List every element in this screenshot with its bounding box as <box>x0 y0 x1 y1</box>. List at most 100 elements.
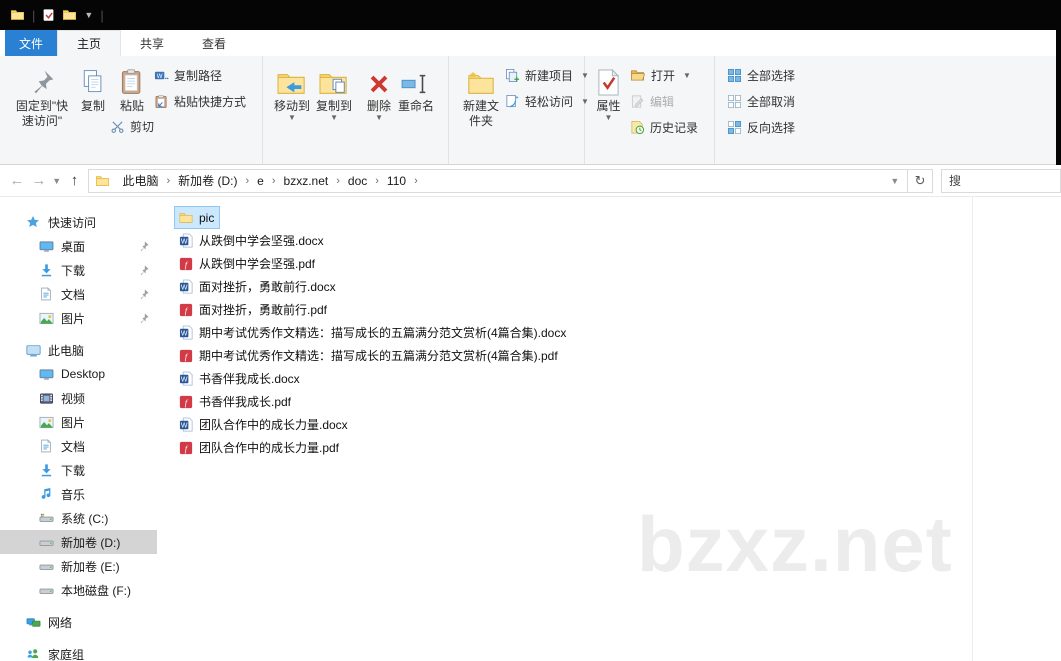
qat-chevron-down-icon[interactable]: ▼ <box>84 10 93 20</box>
file-row[interactable]: W 期中考试优秀作文精选：描写成长的五篇满分范文赏析(4篇合集).docx <box>174 321 572 344</box>
button-label: 粘贴 <box>119 99 144 113</box>
sidebar-item--[interactable]: 网络 <box>0 610 157 634</box>
forward-icon[interactable]: → <box>28 172 50 189</box>
breadcrumb-chevron-icon[interactable]: › <box>243 175 251 187</box>
file-name: 面对挫折，勇敢前行.pdf <box>199 303 328 317</box>
delete-button[interactable]: 删除 ▼ <box>363 59 395 123</box>
folder-icon[interactable] <box>62 8 77 22</box>
sidebar-item-desktop[interactable]: Desktop <box>0 362 157 386</box>
pin-to-quick-access-button[interactable]: 固定到"快速访问" <box>8 59 76 131</box>
breadcrumb-item[interactable]: bzxz.net <box>278 174 335 188</box>
copy-button[interactable]: 复制 <box>76 59 110 116</box>
svg-text:W: W <box>180 238 187 245</box>
svg-text:W: W <box>180 284 187 291</box>
file-row[interactable]: f 书香伴我成长.pdf <box>174 390 297 413</box>
folder-icon[interactable] <box>10 8 25 22</box>
tab-file[interactable]: 文件 <box>5 30 57 56</box>
history-button[interactable]: 历史记录 <box>630 117 698 137</box>
sidebar-item-label: Desktop <box>61 367 106 381</box>
copy-to-button[interactable]: 复制到 ▼ <box>313 59 355 123</box>
paste-icon <box>118 61 146 97</box>
document-icon <box>38 439 54 453</box>
sidebar-item--d-[interactable]: 新加卷 (D:) <box>0 530 157 554</box>
sidebar-item--[interactable]: 文档 <box>0 282 157 306</box>
file-row[interactable]: f 从跌倒中学会坚强.pdf <box>174 252 321 275</box>
button-label: 移动到 <box>274 99 311 113</box>
open-button[interactable]: 打开 ▼ <box>630 65 698 85</box>
breadcrumb-item[interactable]: 新加卷 (D:) <box>172 172 243 189</box>
breadcrumb-chevron-icon[interactable]: › <box>270 175 278 187</box>
button-label: 复制到 <box>316 99 353 113</box>
word-icon: W <box>178 233 194 248</box>
search-input[interactable]: 搜 <box>940 168 1061 193</box>
sidebar-item--[interactable]: 下载 <box>0 458 157 482</box>
sidebar-item--[interactable]: 音乐 <box>0 482 157 506</box>
pictures-icon <box>38 415 54 430</box>
file-list-pane[interactable]: pic W 从跌倒中学会坚强.docx f 从跌倒中学会坚强.pdf W 面对挫折，勇敢前行… <box>157 197 1061 661</box>
file-row[interactable]: W 面对挫折，勇敢前行.docx <box>174 275 342 298</box>
properties-check-icon[interactable] <box>42 8 55 22</box>
tab-view[interactable]: 查看 <box>183 30 245 56</box>
new-folder-button[interactable]: 新建文件夹 <box>457 59 505 131</box>
sidebar-item-label: 本地磁盘 (F:) <box>61 583 131 598</box>
file-name: 书香伴我成长.pdf <box>199 395 292 409</box>
sidebar-item--[interactable]: 此电脑 <box>0 338 157 362</box>
breadcrumb-chevron-icon[interactable]: › <box>412 175 420 187</box>
file-row[interactable]: f 期中考试优秀作文精选：描写成长的五篇满分范文赏析(4篇合集).pdf <box>174 344 564 367</box>
video-icon <box>38 391 54 406</box>
breadcrumb-chevron-icon[interactable]: › <box>373 175 381 187</box>
breadcrumb-item[interactable]: 110 <box>381 174 412 188</box>
paste-shortcut-button[interactable]: 粘贴快捷方式 <box>154 91 246 111</box>
address-dropdown-chevron-icon[interactable]: ▼ <box>890 176 901 186</box>
sidebar-item--[interactable]: 图片 <box>0 410 157 434</box>
sidebar-item-label: 文档 <box>61 287 86 302</box>
file-row[interactable]: W 书香伴我成长.docx <box>174 367 306 390</box>
button-label: 全部选择 <box>747 68 796 83</box>
recent-locations-chevron-icon[interactable]: ▼ <box>50 176 64 186</box>
sidebar-item--[interactable]: 文档 <box>0 434 157 458</box>
paste-button[interactable]: 粘贴 <box>115 59 149 116</box>
select-all-button[interactable]: 全部选择 <box>727 65 795 85</box>
refresh-button[interactable]: ↻ <box>908 168 933 193</box>
back-icon[interactable]: ← <box>6 172 28 189</box>
sidebar-item--[interactable]: 下载 <box>0 258 157 282</box>
easy-access-button[interactable]: 轻松访问 ▼ <box>505 91 589 111</box>
breadcrumb-item[interactable]: doc <box>342 174 373 188</box>
document-icon <box>38 287 54 301</box>
sidebar-item--[interactable]: 视频 <box>0 386 157 410</box>
up-icon[interactable]: ↑ <box>64 172 86 189</box>
drive-icon <box>38 559 54 574</box>
sidebar-item--e-[interactable]: 新加卷 (E:) <box>0 554 157 578</box>
breadcrumb-chevron-icon[interactable]: › <box>164 175 172 187</box>
file-row[interactable]: W 团队合作中的成长力量.docx <box>174 413 354 436</box>
select-none-button[interactable]: 全部取消 <box>727 91 795 111</box>
file-row[interactable]: W 从跌倒中学会坚强.docx <box>174 229 330 252</box>
tab-share[interactable]: 共享 <box>121 30 183 56</box>
sidebar-item--[interactable]: 快速访问 <box>0 210 157 234</box>
move-to-button[interactable]: 移动到 ▼ <box>271 59 313 123</box>
tab-home[interactable]: 主页 <box>57 30 122 56</box>
properties-button[interactable]: 属性 ▼ <box>593 59 624 123</box>
invert-selection-button[interactable]: 反向选择 <box>727 117 795 137</box>
sidebar-item--f-[interactable]: 本地磁盘 (F:) <box>0 578 157 602</box>
file-row[interactable]: pic <box>174 206 221 229</box>
sidebar-item--[interactable]: 桌面 <box>0 234 157 258</box>
download-icon <box>38 463 54 478</box>
file-row[interactable]: f 面对挫折，勇敢前行.pdf <box>174 298 333 321</box>
cut-button[interactable]: 剪切 <box>110 116 154 136</box>
sidebar-item--[interactable]: 图片 <box>0 306 157 330</box>
rename-button[interactable]: 重命名 <box>395 59 437 116</box>
file-row[interactable]: f 团队合作中的成长力量.pdf <box>174 436 345 459</box>
breadcrumb-item[interactable]: 此电脑 <box>116 172 164 189</box>
button-label: 粘贴快捷方式 <box>174 94 247 109</box>
word-icon: W <box>178 325 194 340</box>
word-icon: W <box>178 417 194 432</box>
breadcrumb-chevron-icon[interactable]: › <box>334 175 342 187</box>
sidebar-item--c-[interactable]: 系统 (C:) <box>0 506 157 530</box>
sidebar-item-label: 此电脑 <box>48 343 85 358</box>
new-item-button[interactable]: 新建项目 ▼ <box>505 65 589 85</box>
copy-path-button[interactable]: W 复制路径 <box>154 65 246 85</box>
sidebar-item--[interactable]: 家庭组 <box>0 642 157 661</box>
breadcrumb[interactable]: 此电脑 › 新加卷 (D:) › e › bzxz.net › doc › 110 › ▼ <box>88 168 909 193</box>
breadcrumb-item[interactable]: e <box>251 174 270 188</box>
